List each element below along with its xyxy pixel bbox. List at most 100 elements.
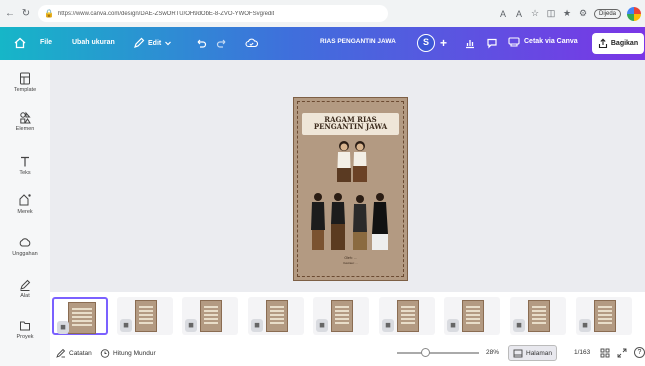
sidebar-item-label: Teks (19, 170, 31, 176)
home-button[interactable] (14, 37, 26, 49)
template-icon (20, 72, 30, 85)
page-badge-icon: ◼ (579, 319, 591, 332)
page-thumbnail[interactable]: ◼ (510, 297, 566, 335)
bride-groom-illustration (337, 141, 367, 182)
sidebar-item-elemen[interactable]: Elemen (0, 111, 50, 132)
print-icon (508, 37, 520, 47)
file-label: File (40, 39, 53, 46)
status-bar: Catatan Hitung Mundur 28% Halaman 1/163 … (50, 340, 645, 366)
upload-icon (19, 238, 31, 247)
sidebar-item-label: Elemen (15, 126, 35, 132)
sidebar-item-proyek[interactable]: Proyek (0, 319, 50, 340)
page-thumbnail[interactable]: ◼ (117, 297, 173, 335)
page-thumbnail[interactable]: ◼ (576, 297, 632, 335)
undo-button[interactable] (195, 37, 207, 49)
translate-icon[interactable]: A (498, 9, 508, 19)
bar-chart-icon (466, 40, 474, 49)
pencil-icon (134, 37, 145, 48)
text-icon (21, 156, 29, 167)
page-counter: 1/163 (574, 349, 591, 356)
sidebar-item-label: Template (13, 87, 37, 93)
resize-label: Ubah ukuran (72, 39, 115, 46)
home-icon (14, 37, 26, 49)
sidebar-item-merek[interactable]: Merek (0, 193, 50, 215)
edit-label: Edit (148, 39, 162, 47)
redo-button[interactable] (216, 37, 228, 49)
folder-icon (20, 321, 30, 331)
page-badge-icon: ◼ (57, 321, 69, 334)
add-collaborator-icon[interactable]: + (440, 36, 447, 50)
page-thumbnail[interactable]: ◼ (248, 297, 304, 335)
cover-title[interactable]: RAGAM RIAS PENGANTIN JAWA (294, 116, 407, 130)
split-screen-icon[interactable]: ◫ (546, 8, 556, 19)
page-badge-icon: ◼ (251, 319, 263, 332)
page-badge-icon: ◼ (447, 319, 459, 332)
sidebar-item-unggahan[interactable]: Unggahan (0, 236, 50, 257)
page-thumbnail[interactable]: ◼ (444, 297, 500, 335)
back-icon[interactable]: ← (4, 8, 16, 20)
print-button[interactable]: Cetak via Canva (508, 36, 578, 47)
couples-illustration (311, 193, 388, 250)
cover-title-line2: PENGANTIN JAWA (313, 122, 388, 131)
page-thumbnail[interactable]: ◼ (52, 297, 108, 335)
star-icon[interactable]: ☆ (530, 8, 540, 19)
copilot-icon[interactable] (627, 6, 641, 21)
page-thumbnail[interactable]: ◼ (379, 297, 435, 335)
insights-button[interactable] (464, 37, 476, 49)
editor-toolbar: File Ubah ukuran Edit RIAS PENGANTIN JAW… (0, 27, 645, 60)
favorites-icon[interactable]: ★ (562, 8, 572, 19)
elements-icon (20, 111, 31, 124)
notes-icon (56, 348, 66, 358)
page-thumbnails: ◼ ◼ ◼ ◼ ◼ ◼ ◼ ◼ ◼ (50, 292, 645, 340)
read-aloud-icon[interactable]: A (514, 9, 524, 19)
lock-icon: 🔒 (44, 9, 54, 18)
timer-button[interactable]: Hitung Mundur (100, 348, 156, 358)
brand-icon (19, 194, 31, 206)
profile-paused-badge[interactable]: Dijeda (593, 8, 621, 19)
undo-icon (197, 39, 207, 48)
sidebar-item-teks[interactable]: Teks (0, 155, 50, 176)
grid-view-icon[interactable] (600, 348, 610, 358)
page-badge-icon: ◼ (513, 319, 525, 332)
upload-share-icon (598, 38, 607, 49)
design-page[interactable]: RAGAM RIAS PENGANTIN JAWA Oleh: ... Ilus… (293, 97, 408, 281)
pages-button[interactable]: Halaman (508, 345, 558, 361)
help-icon[interactable]: ? (634, 347, 645, 358)
zoom-slider-handle[interactable] (421, 348, 430, 357)
reload-icon[interactable]: ↻ (20, 8, 32, 20)
page-badge-icon: ◼ (382, 319, 394, 332)
zoom-level[interactable]: 28% (486, 349, 499, 356)
author-caption: Oleh: ... (344, 256, 357, 260)
fullscreen-icon[interactable] (617, 348, 627, 358)
cloud-check-icon (245, 38, 258, 48)
sidebar-item-label: Proyek (16, 334, 34, 340)
timer-label: Hitung Mundur (113, 349, 156, 357)
user-avatar[interactable]: S (417, 34, 435, 52)
share-button[interactable]: Bagikan (592, 33, 644, 54)
sidebar-item-label: Alat (20, 293, 30, 299)
edit-menu[interactable]: Edit (133, 37, 172, 49)
resize-button[interactable]: Ubah ukuran (72, 39, 115, 46)
share-label: Bagikan (610, 40, 639, 47)
extensions-icon[interactable]: ⚙ (578, 8, 588, 19)
pages-label: Halaman (526, 349, 553, 357)
address-bar[interactable]: 🔒 https://www.canva.com/design/DAE-ZSwOR… (38, 5, 388, 22)
timer-icon (100, 349, 110, 358)
page-thumbnail[interactable]: ◼ (313, 297, 369, 335)
sidebar-item-alat[interactable]: Alat (0, 278, 50, 299)
side-panel-rail: Template Elemen Teks Merek Unggahan Alat… (0, 60, 50, 366)
page-badge-icon: ◼ (120, 319, 132, 332)
page-thumbnail[interactable]: ◼ (182, 297, 238, 335)
redo-icon (216, 39, 226, 48)
browser-toolbar: ← ↻ 🔒 https://www.canva.com/design/DAE-Z… (0, 0, 645, 27)
zoom-slider-track[interactable] (397, 352, 479, 354)
comment-button[interactable] (486, 37, 498, 49)
print-label: Cetak via Canva (524, 38, 578, 45)
file-menu[interactable]: File (40, 39, 52, 46)
notes-button[interactable]: Catatan (56, 348, 92, 358)
cloud-save-button[interactable] (245, 37, 258, 49)
comment-icon (487, 38, 497, 49)
sidebar-item-template[interactable]: Template (0, 72, 50, 93)
draw-icon (20, 279, 31, 291)
document-title[interactable]: RIAS PENGANTIN JAWA (320, 38, 396, 45)
